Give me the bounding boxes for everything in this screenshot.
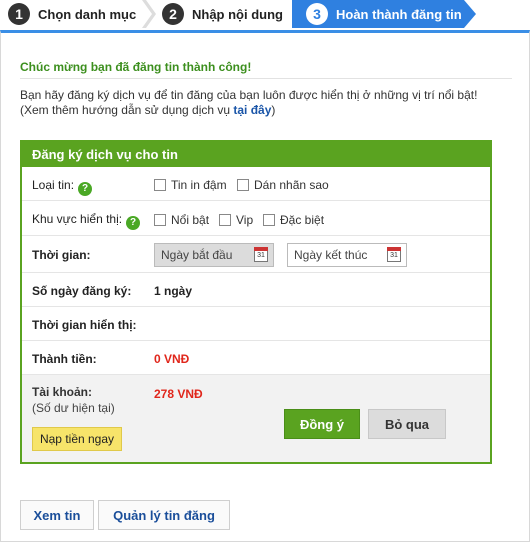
- guide-suffix: ): [271, 103, 276, 117]
- tai-khoan-sub: (Số dư hiện tại): [32, 401, 115, 415]
- step-1: 1 Chọn danh mục: [8, 0, 136, 28]
- end-date-placeholder: Ngày kết thúc: [294, 248, 368, 262]
- topup-button[interactable]: Nạp tiền ngay: [32, 427, 122, 451]
- checkbox-box[interactable]: [237, 179, 249, 191]
- checkbox-box[interactable]: [154, 179, 166, 191]
- so-ngay-label: Số ngày đăng ký:: [32, 284, 132, 298]
- end-date-input[interactable]: Ngày kết thúc 31: [287, 243, 407, 267]
- checkbox-label: Đặc biệt: [280, 213, 325, 227]
- khu-vuc-label: Khu vực hiển thị:?: [32, 212, 141, 230]
- checkbox-box[interactable]: [219, 214, 231, 226]
- row-loai-tin: Loại tin:? Tin in đậm Dán nhãn sao: [22, 167, 490, 201]
- checkbox-label: Vip: [236, 213, 254, 227]
- row-khu-vuc: Khu vực hiển thị:? Nổi bật Vip Đặc biệt: [22, 201, 490, 236]
- view-post-button[interactable]: Xem tin: [20, 500, 94, 530]
- checkbox-label: Tin in đậm: [171, 178, 227, 192]
- row-so-ngay: Số ngày đăng ký: 1 ngày: [22, 273, 490, 307]
- checkbox-tin-in-dam[interactable]: Tin in đậm: [154, 178, 227, 192]
- step-3: 3 Hoàn thành đăng tin: [306, 0, 462, 28]
- intro-text: Bạn hãy đăng ký dịch vụ để tin đăng của …: [20, 88, 478, 102]
- row-thoi-gian-hien-thi: Thời gian hiển thị:: [22, 307, 490, 341]
- progress-steps: 1 Chọn danh mục 2 Nhập nội dung 3 Hoàn t…: [0, 0, 530, 30]
- so-ngay-value: 1 ngày: [154, 284, 193, 298]
- success-message: Chúc mừng bạn đã đăng tin thành công!: [20, 60, 252, 74]
- checkbox-noi-bat[interactable]: Nổi bật: [154, 213, 209, 227]
- step-1-label: Chọn danh mục: [38, 6, 137, 22]
- calendar-icon[interactable]: 31: [387, 247, 401, 262]
- step-2: 2 Nhập nội dung: [162, 0, 283, 28]
- thanh-tien-value: 0 VNĐ: [154, 352, 190, 366]
- calendar-icon[interactable]: 31: [254, 247, 268, 262]
- step-2-number: 2: [162, 3, 184, 25]
- step-3-number: 3: [306, 3, 328, 25]
- divider: [20, 78, 512, 79]
- checkbox-label: Nổi bật: [171, 213, 210, 227]
- help-icon[interactable]: ?: [126, 216, 141, 230]
- skip-button[interactable]: Bỏ qua: [368, 409, 446, 439]
- manage-posts-button[interactable]: Quản lý tin đăng: [98, 500, 230, 530]
- thoi-gian-label: Thời gian:: [32, 248, 91, 262]
- agree-button[interactable]: Đồng ý: [284, 409, 360, 439]
- row-thanh-tien: Thành tiền: 0 VNĐ: [22, 341, 490, 375]
- checkbox-label: Dán nhãn sao: [254, 178, 329, 192]
- form-title: Đăng ký dịch vụ cho tin: [22, 142, 490, 167]
- guide-text: (Xem thêm hướng dẫn sử dụng dịch vụ tại …: [20, 103, 275, 117]
- khu-vuc-text: Khu vực hiển thị:: [32, 212, 123, 226]
- step-1-number: 1: [8, 3, 30, 25]
- help-icon[interactable]: ?: [78, 182, 93, 196]
- service-form: Đăng ký dịch vụ cho tin Loại tin:? Tin i…: [20, 140, 492, 464]
- checkbox-vip[interactable]: Vip: [219, 213, 253, 227]
- step-3-label: Hoàn thành đăng tin: [336, 6, 462, 22]
- loai-tin-label: Loại tin:?: [32, 178, 93, 196]
- start-date-input[interactable]: Ngày bắt đầu 31: [154, 243, 274, 267]
- thanh-tien-label: Thành tiền:: [32, 352, 97, 366]
- checkbox-dan-nhan-sao[interactable]: Dán nhãn sao: [237, 178, 329, 192]
- checkbox-dac-biet[interactable]: Đặc biệt: [263, 213, 324, 227]
- checkbox-box[interactable]: [154, 214, 166, 226]
- loai-tin-text: Loại tin:: [32, 178, 75, 192]
- step-2-label: Nhập nội dung: [192, 6, 283, 22]
- start-date-placeholder: Ngày bắt đầu: [161, 248, 233, 262]
- row-thoi-gian: Thời gian: Ngày bắt đầu 31 Ngày kết thúc…: [22, 236, 490, 273]
- guide-prefix: (Xem thêm hướng dẫn sử dụng dịch vụ: [20, 103, 234, 117]
- thoi-gian-hien-thi-label: Thời gian hiển thị:: [32, 318, 137, 332]
- tai-khoan-label: Tài khoản:: [32, 385, 93, 399]
- checkbox-box[interactable]: [263, 214, 275, 226]
- guide-link[interactable]: tại đây: [233, 103, 271, 117]
- step-separator: [142, 0, 156, 28]
- tai-khoan-value: 278 VNĐ: [154, 387, 203, 401]
